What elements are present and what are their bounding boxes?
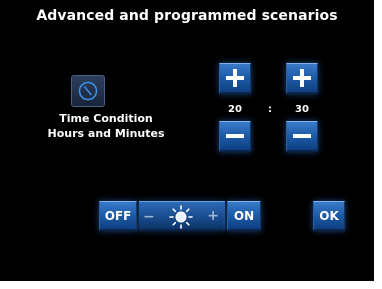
clock-icon[interactable]: [71, 75, 105, 107]
hours-decrement-button[interactable]: [219, 121, 251, 152]
hours-value: 20: [228, 104, 242, 115]
page-title: Advanced and programmed scenarios: [36, 8, 338, 24]
ok-button[interactable]: OK: [313, 201, 345, 231]
plus-icon: [293, 69, 311, 87]
minutes-increment-button[interactable]: [286, 63, 318, 94]
dimmer-decrease[interactable]: −: [143, 209, 155, 225]
minutes-value: 30: [295, 104, 309, 115]
plus-icon: [226, 69, 244, 87]
dimmer-control[interactable]: − +: [139, 201, 225, 231]
scenario-screen: Advanced and programmed scenarios Time C…: [0, 0, 374, 281]
sun-icon: [167, 204, 195, 230]
condition-label-line1: Time Condition: [59, 112, 153, 125]
off-button[interactable]: OFF: [99, 201, 137, 231]
on-button[interactable]: ON: [227, 201, 261, 231]
time-condition-label: Time Condition Hours and Minutes: [46, 111, 166, 141]
dimmer-increase[interactable]: +: [207, 208, 219, 224]
condition-label-line2: Hours and Minutes: [47, 127, 165, 140]
hours-increment-button[interactable]: [219, 63, 251, 94]
minus-icon: [226, 127, 244, 145]
minus-icon: [293, 127, 311, 145]
time-separator: :: [268, 104, 272, 115]
minutes-decrement-button[interactable]: [286, 121, 318, 152]
